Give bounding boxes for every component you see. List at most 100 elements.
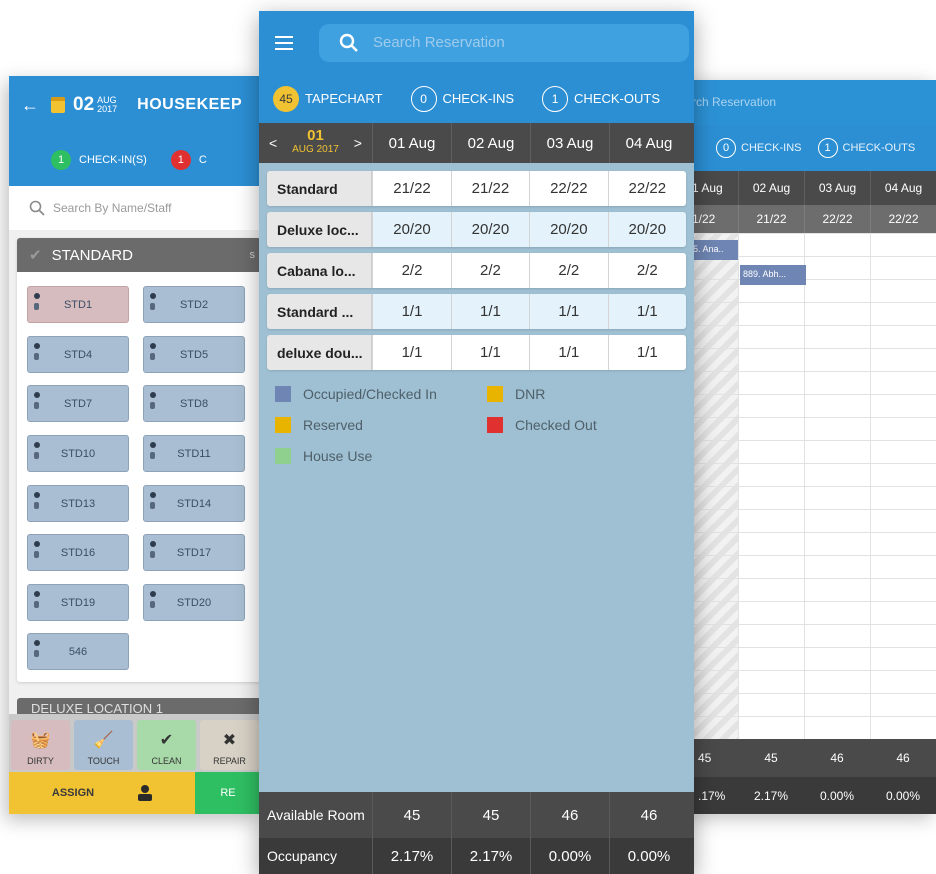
staff-search-input[interactable]: Search By Name/Staff xyxy=(9,186,261,230)
room-tile[interactable]: STD17 xyxy=(143,534,245,571)
room-tile[interactable]: 546 xyxy=(27,633,129,670)
occupancy-value: 2.17% xyxy=(753,788,789,803)
current-day: 01 xyxy=(307,127,324,144)
room-label: STD8 xyxy=(179,397,209,410)
search-input[interactable]: rch Reservation xyxy=(690,80,936,125)
room-label: STD7 xyxy=(63,397,93,410)
staff-icon xyxy=(34,541,40,558)
room-tile[interactable]: STD1 xyxy=(27,286,129,323)
room-type-row[interactable]: Deluxe loc... 20/20 20/20 20/20 20/20 xyxy=(267,212,686,247)
date-header: 03 Aug xyxy=(804,171,870,205)
occupancy-value: 0.00% xyxy=(609,838,688,874)
availability-cell: 2/2 xyxy=(607,253,686,288)
tab-label: CHECK-INS xyxy=(741,142,802,154)
room-type-row[interactable]: deluxe dou... 1/1 1/1 1/1 1/1 xyxy=(267,335,686,370)
tab-check-outs[interactable]: 1 CHECK-OUTS xyxy=(542,85,660,112)
booking-block[interactable]: 5. Ana.. xyxy=(690,240,738,260)
availability-cell: 22/22 xyxy=(804,205,870,233)
section-title: STANDARD xyxy=(51,246,133,264)
staff-icon xyxy=(150,343,156,360)
status-legend: Occupied/Checked In DNR Reserved Checked… xyxy=(275,386,694,476)
tapechart-grid[interactable] xyxy=(690,233,936,739)
room-label: STD11 xyxy=(177,447,211,460)
tab-label: CHECK-INS xyxy=(442,91,515,106)
action-label: TOUCH xyxy=(87,756,120,766)
search-placeholder: Search By Name/Staff xyxy=(53,201,172,215)
tab-check-ins[interactable]: 0 CHECK-INS xyxy=(716,138,802,158)
dirty-button[interactable]: 🧺 DIRTY xyxy=(11,720,70,770)
legend-swatch xyxy=(487,386,503,402)
back-arrow-icon[interactable]: ← xyxy=(21,95,39,116)
room-tile[interactable]: STD7 xyxy=(27,385,129,422)
menu-icon[interactable] xyxy=(275,35,293,50)
room-type-name: deluxe dou... xyxy=(267,335,373,370)
count-badge: 1 xyxy=(817,138,838,158)
availability-cell: 1/1 xyxy=(450,335,530,370)
release-button[interactable]: RE xyxy=(195,772,261,814)
room-tile[interactable]: STD13 xyxy=(27,485,129,522)
occupancy-row: Occupancy 2.17% 2.17% 0.00% 0.00% xyxy=(259,838,694,874)
room-tile[interactable]: STD5 xyxy=(143,336,245,373)
section-header[interactable]: ✔ STANDARD s xyxy=(17,238,261,272)
room-label: STD10 xyxy=(60,447,96,460)
touch-button[interactable]: 🧹 TOUCH xyxy=(74,720,133,770)
legend-label: House Use xyxy=(303,448,373,464)
checkins-tab[interactable]: 1 CHECK-IN(S) xyxy=(51,150,147,170)
room-label: STD14 xyxy=(176,497,212,510)
app-bar: ← 02 AUG 2017 HOUSEKEEP xyxy=(9,76,261,134)
room-tile[interactable]: STD20 xyxy=(143,584,245,621)
current-month-year: AUG 2017 xyxy=(292,144,339,155)
staff-icon xyxy=(34,640,40,657)
checkouts-tab[interactable]: 1 C xyxy=(170,150,207,170)
room-tile[interactable]: STD14 xyxy=(143,485,245,522)
room-type-row[interactable]: Standard ... 1/1 1/1 1/1 1/1 xyxy=(267,294,686,329)
availability-cell: 22/22 xyxy=(607,171,686,206)
room-tile[interactable]: STD11 xyxy=(143,435,245,472)
count-badge: 0 xyxy=(716,138,736,158)
tab-label: TAPECHART xyxy=(305,91,383,106)
availability-cell: 1/1 xyxy=(372,335,451,370)
available-room-value: 45 xyxy=(372,792,451,838)
repair-button[interactable]: ✖ REPAIR xyxy=(200,720,259,770)
date-navigator: < 01 AUG 2017 > xyxy=(259,123,372,163)
booking-block[interactable]: 889. Abh... xyxy=(740,265,806,285)
count-badge: 1 xyxy=(542,85,569,112)
room-tile[interactable]: STD16 xyxy=(27,534,129,571)
dirty-icon: 🧺 xyxy=(30,732,51,749)
room-tile[interactable]: STD19 xyxy=(27,584,129,621)
room-tile[interactable]: STD10 xyxy=(27,435,129,472)
chevron-right-icon[interactable]: > xyxy=(354,135,362,151)
legend-swatch xyxy=(275,417,291,433)
checkin-summary-bar: 1 CHECK-IN(S) 1 C xyxy=(9,134,261,186)
room-label: STD1 xyxy=(63,298,93,311)
date-month-year: AUG 2017 xyxy=(97,96,117,114)
clean-button[interactable]: ✔ CLEAN xyxy=(137,720,196,770)
search-input[interactable]: Search Reservation xyxy=(319,23,689,62)
clean-icon: ✔ xyxy=(159,732,174,749)
calendar-icon[interactable] xyxy=(51,97,65,113)
staff-icon xyxy=(34,442,40,459)
search-icon xyxy=(339,33,358,52)
room-label: STD2 xyxy=(179,298,209,311)
tab-tapechart[interactable]: 45 TAPECHART xyxy=(273,85,383,112)
date-header-row: 1 Aug 02 Aug 03 Aug 04 Aug xyxy=(690,171,936,205)
available-room-value: 46 xyxy=(896,751,910,765)
chevron-left-icon[interactable]: < xyxy=(269,135,277,151)
count-badge: 0 xyxy=(410,85,437,112)
room-type-row[interactable]: Standard 21/22 21/22 22/22 22/22 xyxy=(267,171,686,206)
current-date[interactable]: 01 AUG 2017 xyxy=(292,127,339,157)
tab-check-outs[interactable]: 1 CHECK-OUTS xyxy=(817,138,916,158)
tab-check-ins[interactable]: 0 CHECK-INS xyxy=(410,85,515,112)
housekeeping-screen: ← 02 AUG 2017 HOUSEKEEP 1 CHECK-IN(S) 1 … xyxy=(9,76,261,814)
room-tile[interactable]: STD2 xyxy=(143,286,245,323)
tab-label: CHECK-OUTS xyxy=(842,142,916,154)
room-type-name: Standard xyxy=(267,171,373,206)
room-type-row[interactable]: Cabana lo... 2/2 2/2 2/2 2/2 xyxy=(267,253,686,288)
available-room-value: 46 xyxy=(830,751,844,765)
occupancy-value: 0.00% xyxy=(819,788,855,803)
assign-button[interactable]: ASSIGN xyxy=(9,772,195,814)
available-room-row: 45 45 46 46 xyxy=(690,739,936,777)
room-tile[interactable]: STD4 xyxy=(27,336,129,373)
room-tile[interactable]: STD8 xyxy=(143,385,245,422)
staff-icon xyxy=(34,293,40,310)
